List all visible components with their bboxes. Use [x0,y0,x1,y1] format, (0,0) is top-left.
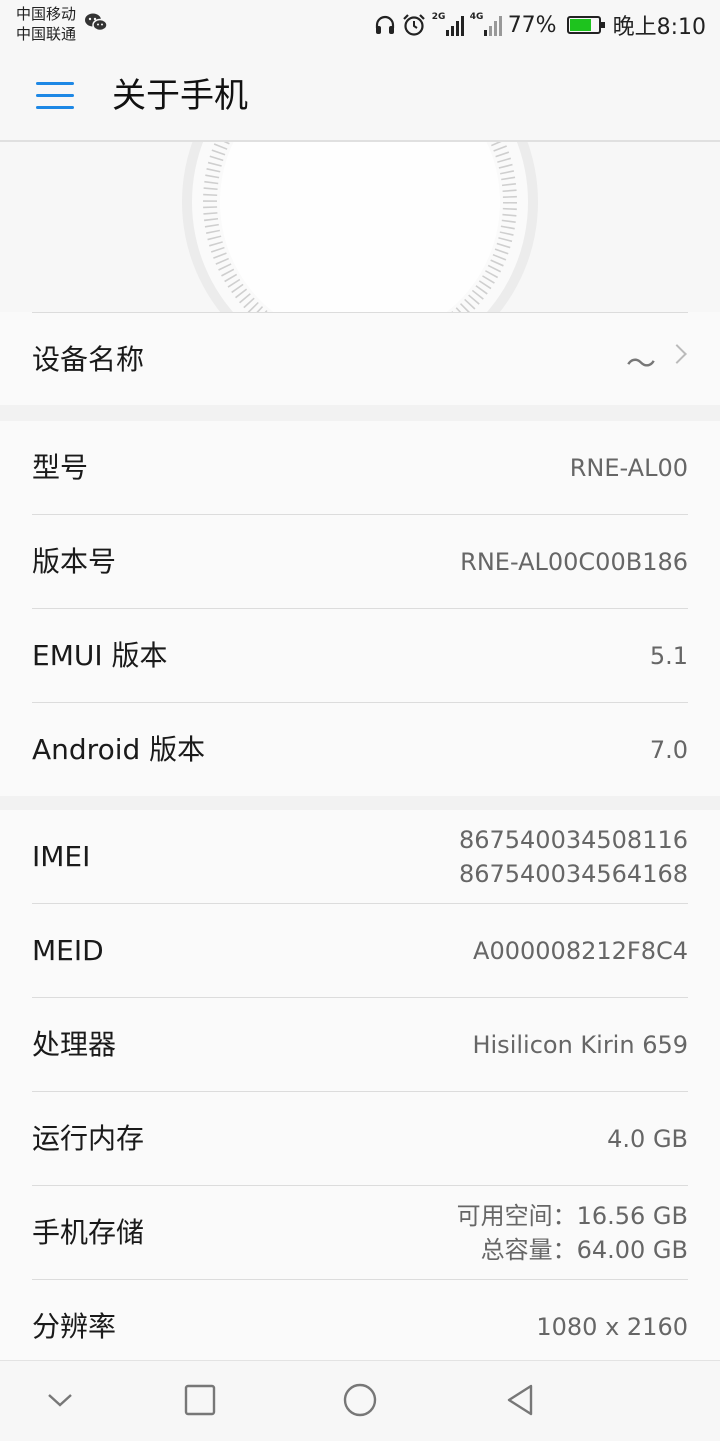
signal-icon: 4G [469,12,502,36]
storage-total: 总容量：64.00 GB [480,1235,688,1264]
app-bar: 关于手机 [0,52,720,142]
alarm-icon [402,14,425,36]
item-label: Android 版本 [32,733,206,766]
list-item-storage[interactable]: 手机存储 可用空间：16.56 GB 总容量：64.00 GB [32,1186,688,1280]
page-title: 关于手机 [112,76,248,116]
item-label: 手机存储 [32,1216,145,1249]
device-name-value: ～ [626,347,656,382]
chevron-right-icon [667,344,687,364]
device-name-row[interactable]: 设备名称 ～ [0,312,720,405]
navigation-bar [0,1360,720,1441]
list-item-meid[interactable]: MEID A000008212F8C4 [32,904,688,998]
item-value: 1080 x 2160 [536,1312,688,1341]
recents-icon[interactable] [183,1383,217,1417]
item-label: 版本号 [32,545,117,578]
item-value: RNE-AL00 [569,453,688,482]
item-value: RNE-AL00C00B186 [460,547,688,576]
wechat-icon [85,13,108,32]
battery-percent: 77% [507,12,557,38]
signal-2-type: 4G [469,12,484,22]
home-icon[interactable] [343,1383,377,1417]
list-item-emui-version[interactable]: EMUI 版本 5.1 [32,609,688,703]
imei-value-1: 867540034508116 [458,825,688,854]
chevron-down-icon[interactable] [43,1383,77,1417]
item-value: 7.0 [649,735,688,764]
item-label: 运行内存 [32,1122,145,1155]
menu-icon[interactable] [36,80,74,112]
item-value: 4.0 GB [607,1124,688,1153]
list-item-model[interactable]: 型号 RNE-AL00 [32,421,688,515]
settings-content[interactable]: 设备名称 ～ 型号 RNE-AL00 版本号 RNE-AL00C00B186 E… [0,142,720,1360]
item-label: IMEI [32,840,91,873]
battery-icon [566,16,605,34]
item-label: 型号 [32,451,89,484]
device-name-label: 设备名称 [32,343,145,376]
list-item-resolution[interactable]: 分辨率 1080 x 2160 [32,1280,688,1360]
hardware-info-group: IMEI 867540034508116 867540034564168 MEI… [0,810,720,1360]
signal-icon: 2G [431,12,464,36]
item-value: A000008212F8C4 [473,936,688,965]
storage-available: 可用空间：16.56 GB [456,1201,688,1230]
list-item-imei[interactable]: IMEI 867540034508116 867540034564168 [32,810,688,904]
carrier-info: 中国移动 中国联通 [16,4,76,44]
list-item-ram[interactable]: 运行内存 4.0 GB [32,1092,688,1186]
status-bar: 中国移动 中国联通 2G 4G 77% 晚上8:10 [0,0,720,52]
list-item-android-version[interactable]: Android 版本 7.0 [32,703,688,796]
item-value: 5.1 [649,641,688,670]
item-label: 处理器 [32,1028,117,1061]
clock: 晚上8:10 [612,15,706,40]
headphones-icon [375,15,394,34]
item-label: MEID [32,934,104,967]
carrier-1: 中国移动 [16,5,77,23]
imei-value-2: 867540034564168 [458,859,688,888]
item-label: EMUI 版本 [32,639,168,672]
item-label: 分辨率 [32,1310,117,1343]
signal-1-type: 2G [431,12,446,22]
list-item-build-number[interactable]: 版本号 RNE-AL00C00B186 [32,515,688,609]
item-value: Hisilicon Kirin 659 [472,1030,688,1059]
back-icon[interactable] [503,1383,537,1417]
carrier-2: 中国联通 [16,25,77,43]
list-item-processor[interactable]: 处理器 Hisilicon Kirin 659 [32,998,688,1092]
software-info-group: 型号 RNE-AL00 版本号 RNE-AL00C00B186 EMUI 版本 … [0,421,720,796]
